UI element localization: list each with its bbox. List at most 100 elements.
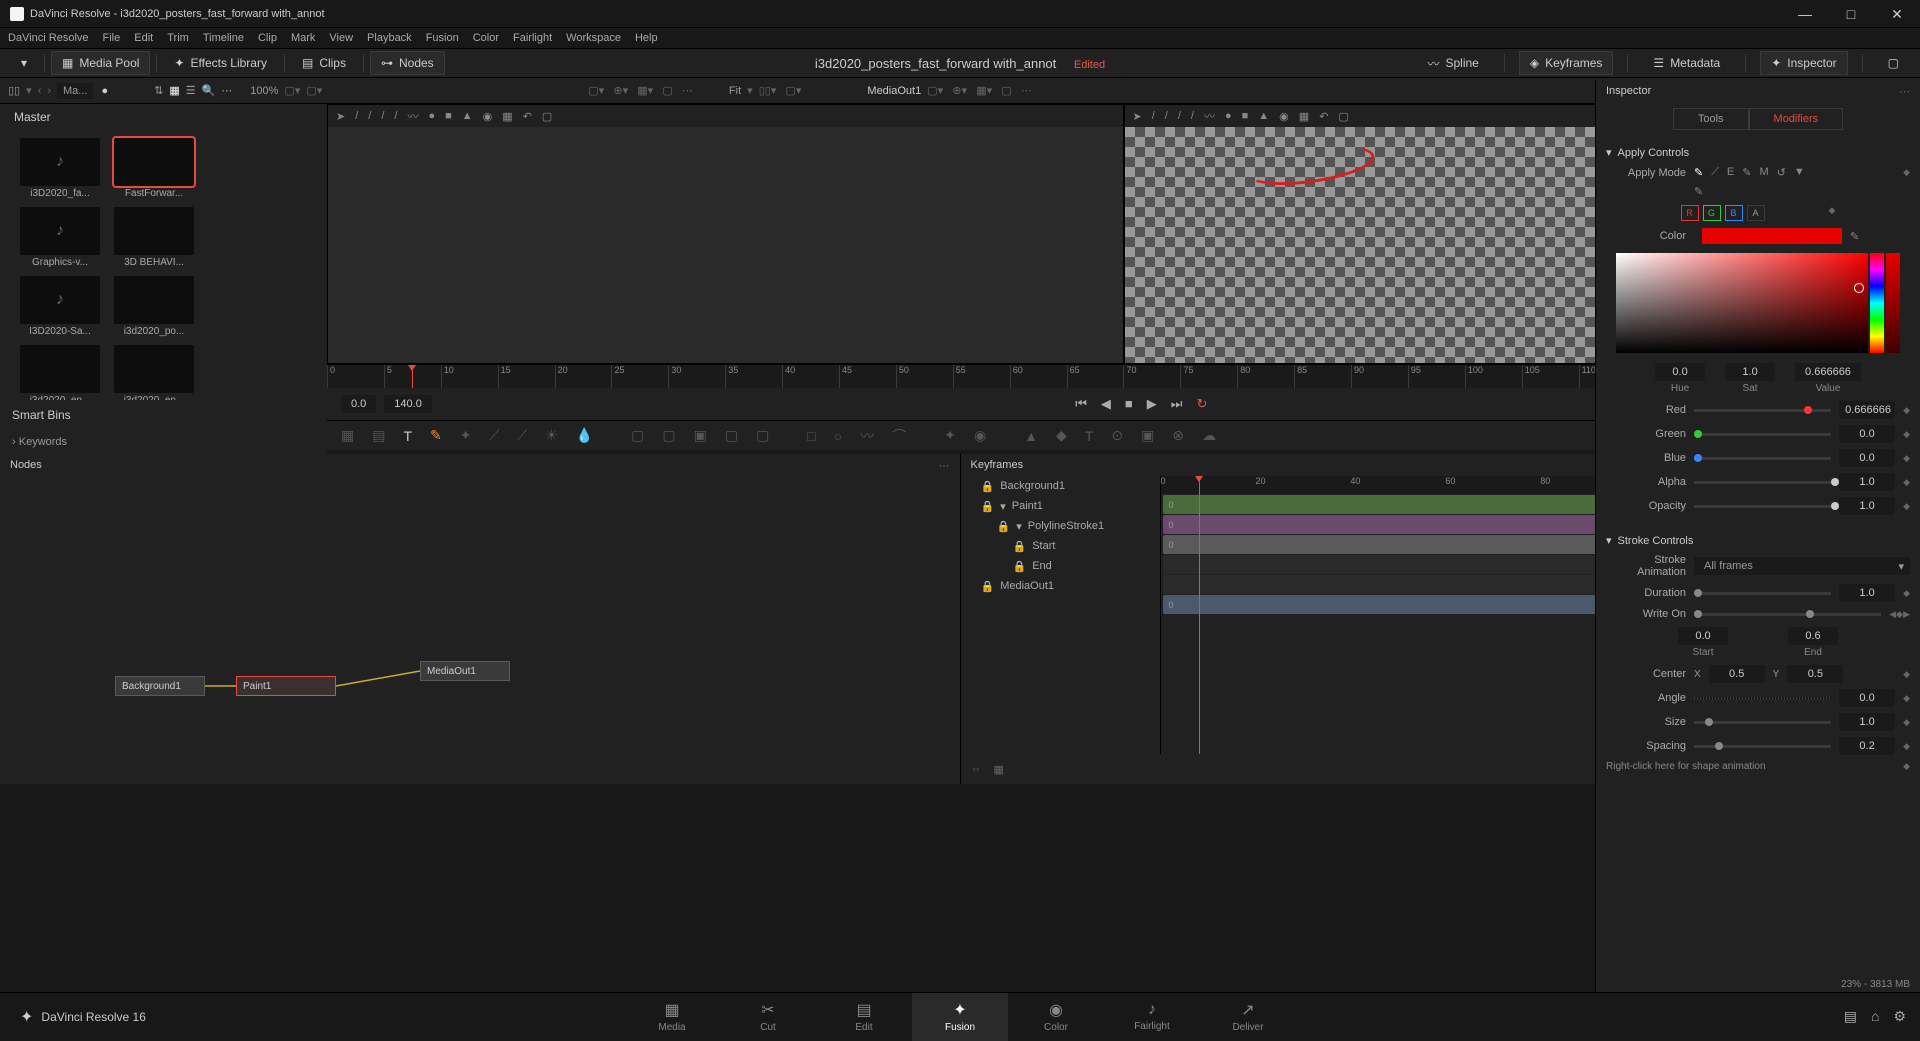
thumbnail-item[interactable]: ♪Graphics-v... bbox=[20, 207, 100, 268]
spacing-slider[interactable] bbox=[1694, 745, 1831, 748]
page-tab-fusion[interactable]: ✦Fusion bbox=[912, 993, 1008, 1041]
keyframe-diamond-icon[interactable]: ◆ bbox=[1903, 167, 1910, 178]
green-slider[interactable] bbox=[1694, 433, 1831, 436]
red-slider[interactable] bbox=[1694, 409, 1831, 412]
thumbnail-item[interactable]: 3D BEHAVI... bbox=[114, 207, 194, 268]
nodes-button[interactable]: ⊶ Nodes bbox=[370, 51, 445, 75]
viewer2-opts[interactable]: ▢▾ ⊕▾ ▦▾ ▢ ⋯ bbox=[927, 84, 1032, 97]
last-frame-button[interactable]: ⏭ bbox=[1171, 396, 1183, 412]
tab-close-icon[interactable]: ● bbox=[101, 85, 108, 97]
node-graph[interactable]: Background1 Paint1 MediaOut1 bbox=[0, 476, 960, 784]
apply-mode-icon[interactable]: ⟋ bbox=[1711, 166, 1719, 179]
apply-mode-icon[interactable]: E bbox=[1727, 166, 1734, 179]
menu-mark[interactable]: Mark bbox=[291, 32, 315, 44]
menu-edit[interactable]: Edit bbox=[134, 32, 153, 44]
node-paint1[interactable]: Paint1 bbox=[236, 676, 336, 696]
circle-icon[interactable]: ● bbox=[428, 110, 435, 122]
menu-help[interactable]: Help bbox=[635, 32, 658, 44]
kf-tree-mediaout1[interactable]: 🔒MediaOut1 bbox=[961, 576, 1160, 596]
apply-mode-icon[interactable]: ✎ bbox=[1694, 166, 1703, 179]
size-slider[interactable] bbox=[1694, 721, 1831, 724]
thumbnail-item[interactable]: ♪I3D2020-Sa... bbox=[20, 276, 100, 337]
writeon-end-input[interactable]: 0.6 bbox=[1788, 627, 1838, 645]
left-viewer-canvas[interactable] bbox=[328, 127, 1123, 363]
page-tab-deliver[interactable]: ↗Deliver bbox=[1200, 993, 1296, 1041]
grid-view-icon[interactable]: ▦ bbox=[169, 84, 179, 97]
menu-playback[interactable]: Playback bbox=[367, 32, 412, 44]
value-input[interactable]: 0.666666 bbox=[1795, 363, 1861, 381]
menu-fusion[interactable]: Fusion bbox=[426, 32, 459, 44]
arrow-icon[interactable]: ➤ bbox=[1133, 110, 1142, 123]
apply-mode-icon[interactable]: ↺ bbox=[1777, 166, 1786, 179]
dropdown-icon[interactable]: ▾ bbox=[10, 51, 38, 75]
home-icon[interactable]: ⌂ bbox=[1871, 1008, 1879, 1025]
gear-icon[interactable]: ⚙ bbox=[1893, 1008, 1906, 1025]
clips-button[interactable]: ▤ Clips bbox=[291, 51, 357, 75]
maximize-button[interactable]: □ bbox=[1828, 0, 1874, 28]
writeon-start-input[interactable]: 0.0 bbox=[1678, 627, 1728, 645]
thumbnail-item[interactable]: ♪i3D2020_fa... bbox=[20, 138, 100, 199]
minimize-button[interactable]: — bbox=[1782, 0, 1828, 28]
channel-g-chip[interactable]: G bbox=[1703, 205, 1721, 221]
viewer1-opts[interactable]: ▢▾ ⊕▾ ▦▾ ▢ ⋯ bbox=[588, 84, 693, 97]
search-icon[interactable]: 🔍 bbox=[202, 84, 216, 97]
node-background1[interactable]: Background1 bbox=[115, 676, 205, 696]
media-pool-button[interactable]: ▦ Media Pool bbox=[51, 51, 150, 75]
menu-workspace[interactable]: Workspace bbox=[566, 32, 621, 44]
master-bin[interactable]: Master bbox=[0, 104, 327, 130]
kf-tree-start[interactable]: 🔒Start bbox=[961, 536, 1160, 556]
tool-icon[interactable]: ▦ bbox=[341, 427, 354, 444]
thumbnail-item[interactable]: i3d2020_en... bbox=[20, 345, 100, 400]
opacity-input[interactable]: 1.0 bbox=[1839, 497, 1895, 515]
menu-fairlight[interactable]: Fairlight bbox=[513, 32, 552, 44]
kf-playhead[interactable] bbox=[1199, 476, 1200, 754]
page-tab-media[interactable]: ▦Media bbox=[624, 993, 720, 1041]
kf-tree-polylinestroke1[interactable]: 🔒▾PolylineStroke1 bbox=[961, 516, 1160, 536]
color-picker[interactable] bbox=[1616, 253, 1900, 353]
eyedropper-icon[interactable]: ✎ bbox=[1850, 230, 1859, 243]
menu-file[interactable]: File bbox=[103, 32, 121, 44]
apply-mode-icon[interactable]: ✎ bbox=[1742, 166, 1751, 179]
apply-controls-header[interactable]: ▾ Apply Controls bbox=[1606, 142, 1910, 163]
alpha-bar[interactable] bbox=[1886, 253, 1900, 353]
keyframe-diamond-icon[interactable]: ◆ bbox=[1829, 205, 1836, 221]
range-start[interactable]: 0.0 bbox=[341, 395, 376, 413]
spline-button[interactable]: 〰 Spline bbox=[1416, 50, 1489, 77]
blue-slider[interactable] bbox=[1694, 457, 1831, 460]
first-frame-button[interactable]: ⏮ bbox=[1075, 396, 1087, 412]
metadata-button[interactable]: ☰ Metadata bbox=[1642, 51, 1731, 75]
close-button[interactable]: ✕ bbox=[1874, 0, 1920, 28]
prev-frame-button[interactable]: ◀ bbox=[1101, 396, 1111, 412]
menu-davinci-resolve[interactable]: DaVinci Resolve bbox=[8, 32, 89, 44]
angle-wheel[interactable] bbox=[1694, 697, 1831, 700]
kf-tree-end[interactable]: 🔒End bbox=[961, 556, 1160, 576]
chevron-down-icon[interactable]: ▾ bbox=[26, 84, 32, 97]
effects-library-button[interactable]: ✦ Effects Library bbox=[163, 51, 278, 75]
playhead[interactable] bbox=[412, 365, 413, 388]
node-mediaout1[interactable]: MediaOut1 bbox=[420, 661, 510, 681]
layout-icon[interactable]: ▯▯ bbox=[8, 84, 20, 97]
page-tab-cut[interactable]: ✂Cut bbox=[720, 993, 816, 1041]
extra-icon[interactable]: ▢ bbox=[1877, 51, 1910, 75]
nodes-menu-icon[interactable]: ⋯ bbox=[939, 459, 950, 472]
center-x-input[interactable]: 0.5 bbox=[1709, 665, 1765, 683]
thumbnail-item[interactable]: FastForwar... bbox=[114, 138, 194, 199]
inspector-button[interactable]: ✦ Inspector bbox=[1760, 51, 1847, 75]
zoom-label[interactable]: 100% bbox=[250, 85, 278, 97]
bin-tab[interactable]: Ma... bbox=[57, 83, 93, 99]
kf-tree-paint1[interactable]: 🔒▾Paint1 bbox=[961, 496, 1160, 516]
eyedropper-icon[interactable]: ✎ bbox=[1694, 185, 1703, 198]
writeon-range-slider[interactable] bbox=[1694, 613, 1881, 616]
spacing-input[interactable]: 0.2 bbox=[1839, 737, 1895, 755]
text-tool-icon[interactable]: T bbox=[403, 428, 412, 444]
viewer2-layout[interactable]: ▯▯▾ ▢▾ bbox=[759, 84, 802, 97]
tool-icon[interactable]: ✦ bbox=[460, 427, 472, 444]
menu-color[interactable]: Color bbox=[473, 32, 499, 44]
duration-input[interactable]: 1.0 bbox=[1839, 584, 1895, 602]
play-button[interactable]: ▶ bbox=[1147, 396, 1157, 412]
page-tab-color[interactable]: ◉Color bbox=[1008, 993, 1104, 1041]
fit-dropdown[interactable]: Fit bbox=[729, 85, 741, 97]
more-icon[interactable]: ⋯ bbox=[221, 84, 232, 97]
sort-icon[interactable]: ⇅ bbox=[154, 84, 163, 97]
red-input[interactable]: 0.666666 bbox=[1839, 401, 1895, 419]
